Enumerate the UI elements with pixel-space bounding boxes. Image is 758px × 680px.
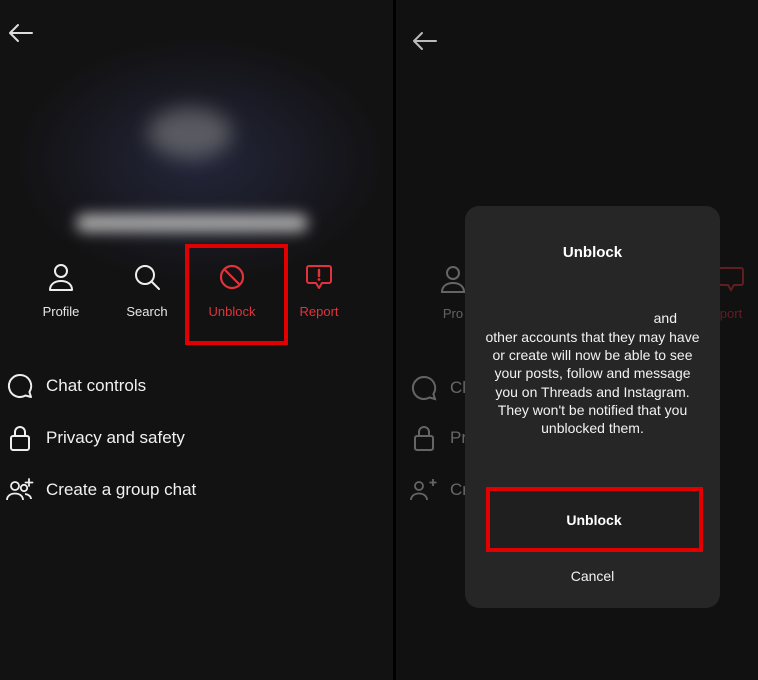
back-button[interactable] bbox=[2, 18, 38, 48]
chat-controls-item-dimmed: Cl bbox=[410, 372, 466, 404]
chat-controls-item[interactable]: Chat controls bbox=[6, 370, 146, 402]
create-group-chat-item-dimmed: Cr bbox=[410, 474, 468, 506]
chat-controls-label-dimmed: Cl bbox=[450, 378, 467, 397]
create-group-chat-label: Create a group chat bbox=[46, 480, 197, 499]
lock-icon bbox=[6, 424, 34, 452]
chat-controls-label: Chat controls bbox=[46, 376, 147, 395]
profile-name bbox=[76, 214, 308, 232]
dialog-body: other accounts that they may have or cre… bbox=[485, 329, 700, 437]
person-icon bbox=[46, 262, 76, 292]
unblock-highlight-box bbox=[185, 244, 288, 345]
report-label-dimmed: port bbox=[719, 306, 743, 321]
back-button[interactable] bbox=[406, 26, 442, 56]
create-group-chat-item[interactable]: Create a group chat bbox=[6, 474, 196, 506]
privacy-safety-item[interactable]: Privacy and safety bbox=[6, 422, 185, 454]
confirm-highlight-box bbox=[486, 487, 703, 552]
dialog-title: Unblock bbox=[562, 244, 623, 261]
profile-label: Profile bbox=[42, 304, 80, 319]
privacy-safety-label: Privacy and safety bbox=[46, 428, 185, 447]
person-icon bbox=[438, 264, 468, 294]
lock-icon bbox=[410, 424, 438, 452]
profile-button[interactable]: Profile bbox=[25, 262, 97, 319]
report-button[interactable]: Report bbox=[283, 262, 355, 319]
privacy-safety-item-dimmed: Pr bbox=[410, 422, 467, 454]
search-icon bbox=[132, 262, 162, 292]
profile-options-screen: Profile Search Unblock Report Chat contr… bbox=[0, 0, 393, 680]
cancel-button[interactable]: Cancel bbox=[465, 568, 720, 584]
search-label: Search bbox=[126, 304, 168, 319]
dialog-body-tail: and bbox=[653, 310, 677, 326]
report-icon bbox=[304, 262, 334, 292]
add-people-icon bbox=[6, 476, 34, 504]
add-people-icon bbox=[410, 476, 438, 504]
chat-bubble-icon bbox=[410, 374, 438, 402]
profile-label-dimmed: Pro bbox=[442, 306, 464, 321]
report-icon bbox=[716, 264, 746, 294]
search-button[interactable]: Search bbox=[111, 262, 183, 319]
chat-bubble-icon bbox=[6, 372, 34, 400]
back-arrow-icon bbox=[9, 24, 33, 42]
report-label: Report bbox=[299, 304, 339, 319]
back-arrow-icon bbox=[413, 32, 437, 50]
avatar bbox=[148, 108, 232, 158]
